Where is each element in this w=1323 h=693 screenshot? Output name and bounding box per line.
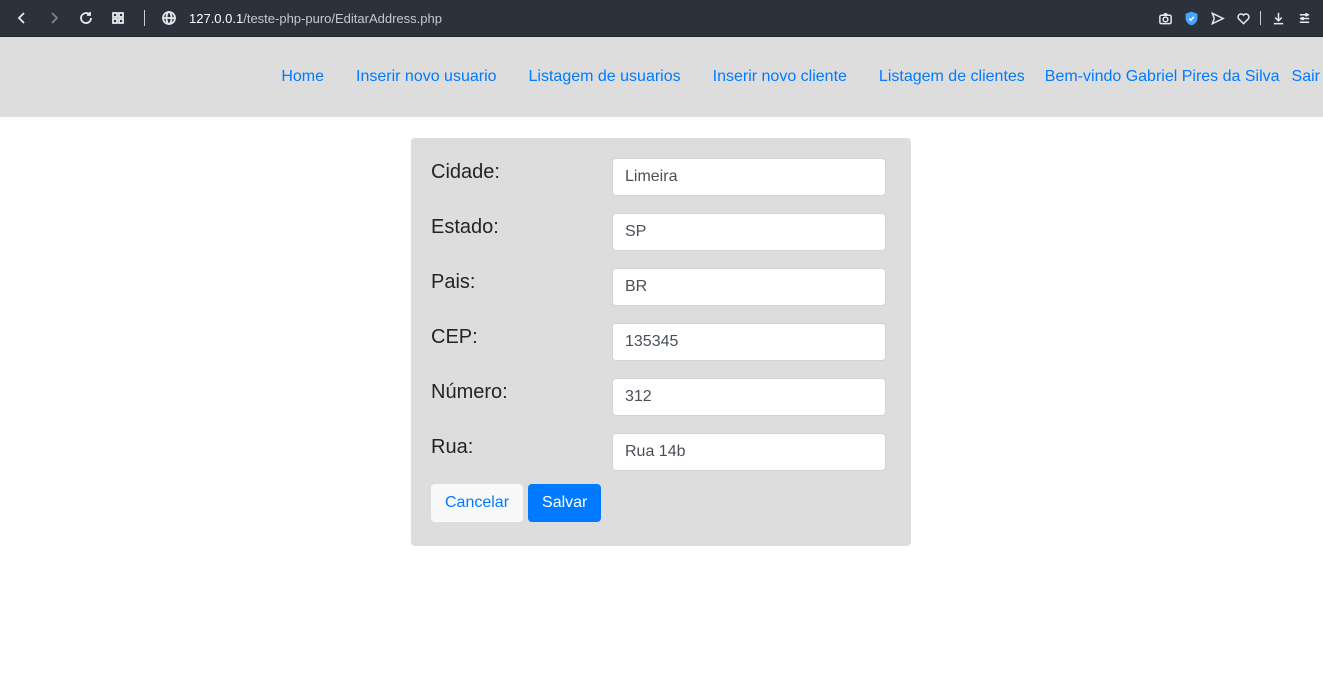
camera-icon[interactable] — [1156, 9, 1174, 27]
toolbar-divider — [1260, 11, 1261, 25]
form-row-zip: CEP: 135345 — [431, 323, 886, 378]
send-icon[interactable] — [1208, 9, 1226, 27]
globe-icon — [157, 6, 181, 30]
forward-icon[interactable] — [42, 6, 66, 30]
form-row-state: Estado: SP — [431, 213, 886, 268]
cancel-button[interactable]: Cancelar — [431, 484, 524, 522]
tabs-grid-icon[interactable] — [106, 6, 130, 30]
toolbar-divider — [144, 10, 145, 26]
menu-icon[interactable] — [1295, 9, 1313, 27]
nav-home-link[interactable]: Home — [265, 68, 340, 86]
street-label: Rua: — [431, 436, 474, 458]
nav-logout-link[interactable]: Sair — [1290, 68, 1320, 86]
nav-insert-client-link[interactable]: Inserir novo cliente — [697, 68, 863, 86]
state-label: Estado: — [431, 216, 499, 238]
form-row-city: Cidade: Limeira — [431, 158, 886, 213]
nav-welcome-link[interactable]: Bem-vindo Gabriel Pires da Silva — [1041, 68, 1290, 86]
form-row-street: Rua: Rua 14b — [431, 433, 886, 488]
heart-icon[interactable] — [1234, 9, 1252, 27]
form-row-country: Pais: BR — [431, 268, 886, 323]
site-navbar: Home Inserir novo usuario Listagem de us… — [0, 37, 1323, 117]
country-label: Pais: — [431, 271, 476, 293]
nav-list-users-link[interactable]: Listagem de usuarios — [513, 68, 697, 86]
browser-toolbar: 127.0.0.1/teste-php-puro/EditarAddress.p… — [0, 0, 1323, 37]
back-icon[interactable] — [10, 6, 34, 30]
state-input[interactable]: SP — [612, 213, 886, 251]
street-input[interactable]: Rua 14b — [612, 433, 886, 471]
zip-label: CEP: — [431, 326, 478, 348]
download-icon[interactable] — [1269, 9, 1287, 27]
city-input[interactable]: Limeira — [612, 158, 886, 196]
shield-icon[interactable] — [1182, 9, 1200, 27]
form-actions: Cancelar Salvar — [431, 484, 886, 522]
city-label: Cidade: — [431, 161, 500, 183]
number-label: Número: — [431, 381, 508, 403]
address-bar[interactable]: 127.0.0.1/teste-php-puro/EditarAddress.p… — [157, 6, 1156, 30]
url-path: /teste-php-puro/EditarAddress.php — [243, 10, 442, 26]
number-input[interactable]: 312 — [612, 378, 886, 416]
save-button[interactable]: Salvar — [528, 484, 602, 522]
nav-list-clients-link[interactable]: Listagem de clientes — [863, 68, 1041, 86]
zip-input[interactable]: 135345 — [612, 323, 886, 361]
url-text[interactable]: 127.0.0.1/teste-php-puro/EditarAddress.p… — [189, 11, 442, 26]
country-input[interactable]: BR — [612, 268, 886, 306]
nav-insert-user-link[interactable]: Inserir novo usuario — [340, 68, 513, 86]
address-form-card: Cidade: Limeira Estado: SP Pais: BR CEP:… — [411, 138, 911, 546]
reload-icon[interactable] — [74, 6, 98, 30]
form-row-number: Número: 312 — [431, 378, 886, 433]
url-host: 127.0.0.1 — [189, 10, 244, 26]
